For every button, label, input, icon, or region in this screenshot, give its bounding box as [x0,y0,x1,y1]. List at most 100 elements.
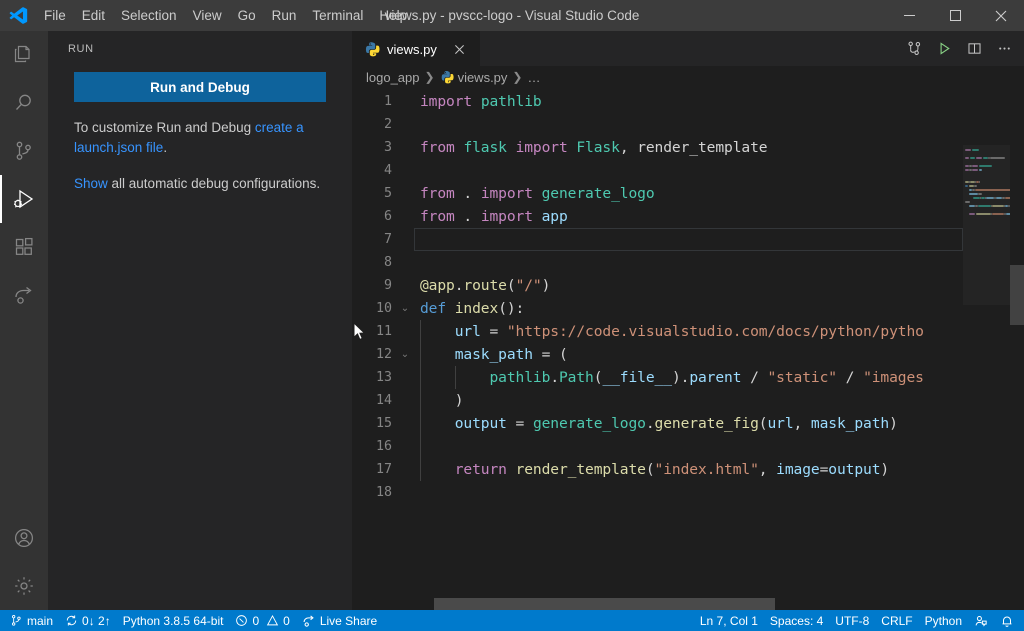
vertical-scrollbar-thumb[interactable] [1010,265,1024,325]
line-number: 6 [352,205,392,228]
breadcrumb-item-folder[interactable]: logo_app [366,70,420,85]
code-line[interactable]: 1import pathlib [352,90,963,113]
close-button[interactable] [978,0,1024,31]
menu-help[interactable]: Help [371,0,415,31]
code-editor[interactable]: 1import pathlib23from flask import Flask… [352,88,1024,610]
status-python-interpreter[interactable]: Python 3.8.5 64-bit [117,610,230,631]
tab-views-py[interactable]: views.py [352,31,480,66]
chevron-right-icon-2: ❯ [511,70,523,84]
menu-run[interactable]: Run [264,0,305,31]
activity-source-control-icon[interactable] [0,127,48,175]
activity-run-and-debug-icon[interactable] [0,175,48,223]
line-number: 15 [352,412,392,435]
code-line[interactable]: 4 [352,159,963,182]
vscode-window: File Edit Selection View Go Run Terminal… [0,0,1024,631]
status-cursor-position[interactable]: Ln 7, Col 1 [694,610,764,631]
split-editor-icon[interactable] [960,35,988,63]
status-live-share[interactable]: Live Share [296,610,383,631]
status-encoding[interactable]: UTF-8 [829,610,875,631]
code-line[interactable]: 7 [352,228,963,251]
error-icon [235,614,248,627]
warning-icon [266,614,279,627]
status-sync[interactable]: 0↓ 2↑ [59,610,117,631]
status-problems[interactable]: 0 0 [229,610,295,631]
code-line[interactable]: 6from . import app [352,205,963,228]
activity-gear-icon[interactable] [0,562,48,610]
minimize-button[interactable] [886,0,932,31]
code-line[interactable]: 12⌄ mask_path = ( [352,343,963,366]
compare-changes-icon[interactable] [900,35,928,63]
editor-horizontal-scrollbar[interactable] [352,598,1024,610]
status-live-share-label: Live Share [320,614,377,628]
fold-chevron-icon[interactable]: ⌄ [398,343,412,366]
breadcrumb-item-symbol[interactable]: … [527,70,540,85]
code-line[interactable]: 15 output = generate_logo.generate_fig(u… [352,412,963,435]
live-share-icon [302,614,316,628]
minimap-line [979,169,982,171]
activity-account-icon[interactable] [0,514,48,562]
line-number: 13 [352,366,392,389]
horizontal-scrollbar-thumb[interactable] [434,598,775,610]
code-text: return render_template("index.html", ima… [420,458,889,481]
activity-search-icon[interactable] [0,79,48,127]
run-and-debug-button[interactable]: Run and Debug [74,72,326,102]
customize-debug-text: To customize Run and Debug create a laun… [74,118,329,158]
minimap[interactable] [963,145,1010,610]
status-indentation[interactable]: Spaces: 4 [764,610,829,631]
menu-bar: File Edit Selection View Go Run Terminal… [36,0,415,31]
status-language-mode[interactable]: Python [919,610,968,631]
code-text: @app.route("/") [420,274,550,297]
python-file-icon [364,41,380,57]
activity-explorer-icon[interactable] [0,31,48,79]
menu-selection[interactable]: Selection [113,0,185,31]
activity-extensions-icon[interactable] [0,223,48,271]
code-line[interactable]: 10⌄def index(): [352,297,963,320]
current-line-highlight [414,228,963,251]
maximize-button[interactable] [932,0,978,31]
window-controls [886,0,1024,31]
status-feedback[interactable] [968,610,994,631]
code-line[interactable]: 18 [352,481,963,504]
fold-chevron-icon[interactable]: ⌄ [398,297,412,320]
status-warning-count: 0 [283,614,290,628]
status-notifications[interactable] [994,610,1020,631]
status-branch-label: main [27,614,53,628]
minimap-line [969,213,975,215]
more-actions-icon[interactable] [990,35,1018,63]
menu-go[interactable]: Go [230,0,264,31]
code-line[interactable]: 13 pathlib.Path(__file__).parent / "stat… [352,366,963,389]
menu-edit[interactable]: Edit [74,0,113,31]
code-line[interactable]: 14 ) [352,389,963,412]
line-number: 5 [352,182,392,205]
run-python-file-icon[interactable] [930,35,958,63]
minimap-line [972,149,979,151]
code-line[interactable]: 11 url = "https://code.visualstudio.com/… [352,320,963,343]
code-text: pathlib.Path(__file__).parent / "static"… [420,366,924,389]
code-line[interactable]: 9@app.route("/") [352,274,963,297]
code-text: output = generate_logo.generate_fig(url,… [420,412,898,435]
code-lines-container[interactable]: 1import pathlib23from flask import Flask… [352,88,963,610]
line-number: 4 [352,159,392,182]
status-eol[interactable]: CRLF [875,610,918,631]
activity-live-share-icon[interactable] [0,271,48,319]
line-number: 2 [352,113,392,136]
line-number: 11 [352,320,392,343]
code-line[interactable]: 17 return render_template("index.html", … [352,458,963,481]
tab-close-icon[interactable] [450,39,470,59]
menu-terminal[interactable]: Terminal [304,0,371,31]
breadcrumb-python-icon [440,70,454,84]
code-line[interactable]: 16 [352,435,963,458]
menu-view[interactable]: View [185,0,230,31]
show-configurations-link[interactable]: Show [74,176,108,191]
menu-file[interactable]: File [36,0,74,31]
customize-debug-text-before: To customize Run and Debug [74,120,255,135]
code-line[interactable]: 2 [352,113,963,136]
code-line[interactable]: 5from . import generate_logo [352,182,963,205]
minimap-line [978,205,991,207]
breadcrumb-item-file[interactable]: views.py [458,70,508,85]
code-line[interactable]: 8 [352,251,963,274]
customize-debug-text-after: . [163,140,167,155]
editor-vertical-scrollbar[interactable] [1010,145,1024,610]
status-branch[interactable]: main [4,610,59,631]
code-line[interactable]: 3from flask import Flask, render_templat… [352,136,963,159]
